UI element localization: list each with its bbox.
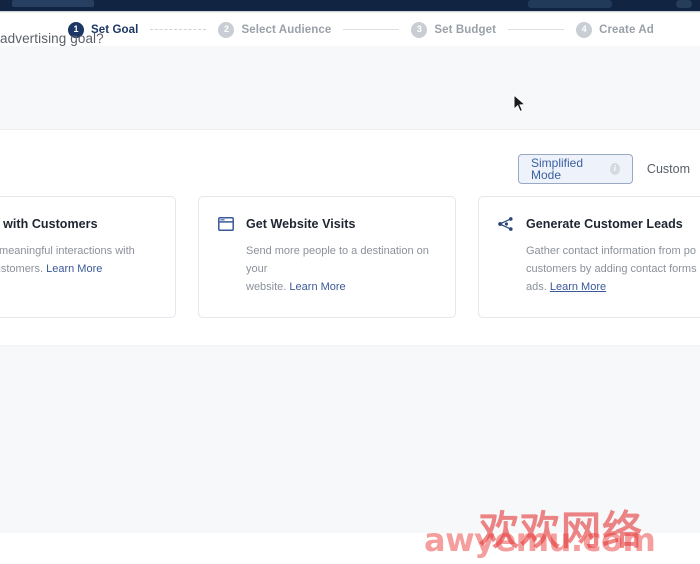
goal-card-header: Generate Customer Leads <box>497 215 700 233</box>
browser-window-icon <box>218 216 234 232</box>
top-gray-band <box>0 46 700 130</box>
screen-root: 1 Set Goal 2 Select Audience 3 Set Budge… <box>0 0 700 564</box>
step-select-audience[interactable]: 2 Select Audience <box>218 21 332 38</box>
goal-card-title: nnect with Customers <box>0 217 98 231</box>
learn-more-link[interactable]: Learn More <box>46 263 102 275</box>
bottom-band-divider <box>0 345 700 346</box>
goal-card-description: Gather contact information from po custo… <box>526 242 700 296</box>
goal-card-get-website-visits[interactable]: Get Website Visits Send more people to a… <box>198 196 456 318</box>
wizard-stepper: 1 Set Goal 2 Select Audience 3 Set Budge… <box>0 13 700 46</box>
info-icon[interactable]: i <box>609 163 620 175</box>
tab-custom-mode-label: Custom <box>646 162 690 176</box>
step-number-2: 2 <box>218 21 235 38</box>
page-title: advertising goal? <box>0 31 104 46</box>
learn-more-link[interactable]: Learn More <box>289 281 345 293</box>
goal-card-header: nnect with Customers <box>0 215 157 233</box>
goal-card-desc-line-2: customers by adding contact forms <box>526 263 697 276</box>
goal-card-connect-with-customers[interactable]: nnect with Customers age in meaningful i… <box>0 196 176 318</box>
step-number-4: 4 <box>576 21 593 38</box>
step-connector-2 <box>343 29 400 30</box>
goal-card-desc-line-3: ads. <box>526 281 547 294</box>
goal-card-desc-line-1: age in meaningful interactions with <box>0 245 135 257</box>
tab-simplified-mode-label: Simplified Mode <box>531 155 584 182</box>
titlebar-left-pill <box>12 0 94 7</box>
goal-card-desc-line-1: Send more people to a destination on you… <box>246 245 429 276</box>
step-label-2: Select Audience <box>241 23 332 36</box>
goal-card-header: Get Website Visits <box>217 215 437 233</box>
goal-card-generate-customer-leads[interactable]: Generate Customer Leads Gather contact i… <box>478 196 700 318</box>
share-nodes-icon <box>498 217 513 231</box>
step-connector-1 <box>150 29 207 30</box>
step-label-4: Create Ad <box>599 23 654 36</box>
learn-more-link[interactable]: Learn More <box>550 281 606 293</box>
titlebar-right-pill <box>528 0 612 8</box>
mouse-cursor <box>513 94 527 113</box>
tab-simplified-mode[interactable]: Simplified Mode i <box>518 154 633 184</box>
goal-cards-row: nnect with Customers age in meaningful i… <box>0 196 700 318</box>
goal-card-desc-line-2: website. <box>246 281 287 294</box>
goal-card-title: Get Website Visits <box>246 217 356 231</box>
mode-toggle-group: Simplified Mode i Custom <box>518 154 700 184</box>
goal-card-title: Generate Customer Leads <box>526 217 683 231</box>
tab-custom-mode[interactable]: Custom <box>633 154 700 184</box>
goal-card-desc-line-2: ntial customers. <box>0 263 44 276</box>
goal-card-description: Send more people to a destination on you… <box>246 242 437 296</box>
application-title-bar <box>0 0 700 11</box>
step-connector-3 <box>508 29 565 30</box>
goal-card-description: age in meaningful interactions with ntia… <box>0 242 157 278</box>
step-number-3: 3 <box>411 21 428 38</box>
step-create-ad[interactable]: 4 Create Ad <box>576 21 654 38</box>
titlebar-right-dot <box>676 0 692 8</box>
step-label-3: Set Budget <box>434 23 497 36</box>
watermark-chinese: 欢欢网络 <box>479 508 643 554</box>
step-set-budget[interactable]: 3 Set Budget <box>411 21 497 38</box>
goal-card-desc-line-1: Gather contact information from po <box>526 245 696 257</box>
